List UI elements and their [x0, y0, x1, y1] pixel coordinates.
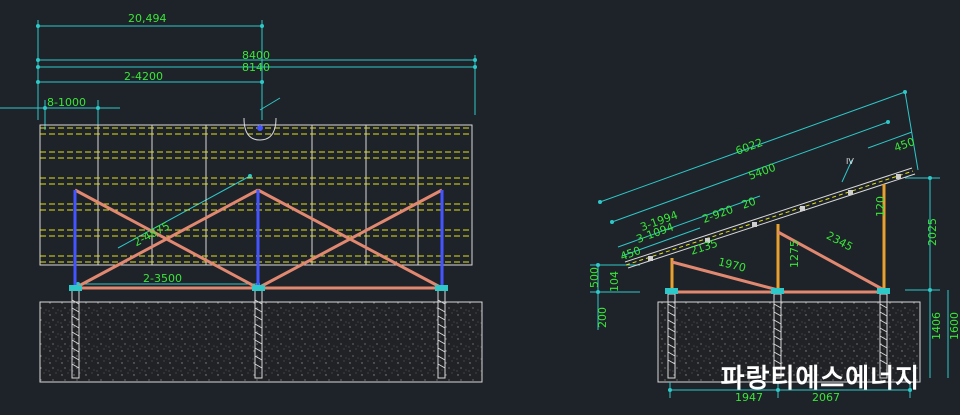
dim-height-right: 2025 [926, 218, 939, 246]
dim-post-spacing: 2-3500 [143, 272, 182, 285]
dim-end-left: 450 [618, 244, 642, 263]
brand-watermark: 파랑티에스에너지 [720, 364, 920, 394]
side-posts [670, 184, 886, 292]
side-view: 6022 5400 3-1994 3-1094 2-920 20 450 450… [588, 90, 960, 404]
front-panel-outline [39, 124, 473, 266]
dim-rail-length: 6022 [734, 136, 765, 158]
dim-brace-c: 2345 [824, 229, 855, 254]
dim-bay: 8-1000 [47, 96, 86, 109]
dim-overall-top: 20,494 [128, 12, 167, 25]
dim-small-left: 104 [608, 271, 621, 292]
front-rails [40, 127, 472, 263]
front-posts [73, 190, 444, 290]
front-ground-block [39, 301, 483, 383]
cad-drawing: 20,494 8400 8140 2-4200 8-1000 2-4875 2-… [0, 12, 960, 404]
side-purlins [648, 174, 901, 261]
dim-post-mid: 1275 [788, 240, 801, 268]
dim-post-right: 120 [874, 196, 887, 217]
dim-height-left: 500 [588, 267, 601, 288]
dim-found-b: 1600 [948, 312, 960, 340]
dim-inner-length: 5400 [747, 161, 778, 183]
front-view: 20,494 8400 8140 2-4200 8-1000 2-4875 2-… [0, 12, 483, 383]
label-iv: IV [846, 157, 854, 166]
dim-found-a: 1406 [930, 312, 943, 340]
dim-purlin-c: 2-920 [701, 203, 735, 226]
dim-height-left-b: 200 [596, 307, 609, 328]
dim-brace-b: 1970 [717, 255, 747, 274]
dim-half-span: 2-4200 [124, 70, 163, 83]
dim-purlin-d: 20 [740, 195, 758, 212]
dim-total-b: 8140 [242, 61, 270, 74]
